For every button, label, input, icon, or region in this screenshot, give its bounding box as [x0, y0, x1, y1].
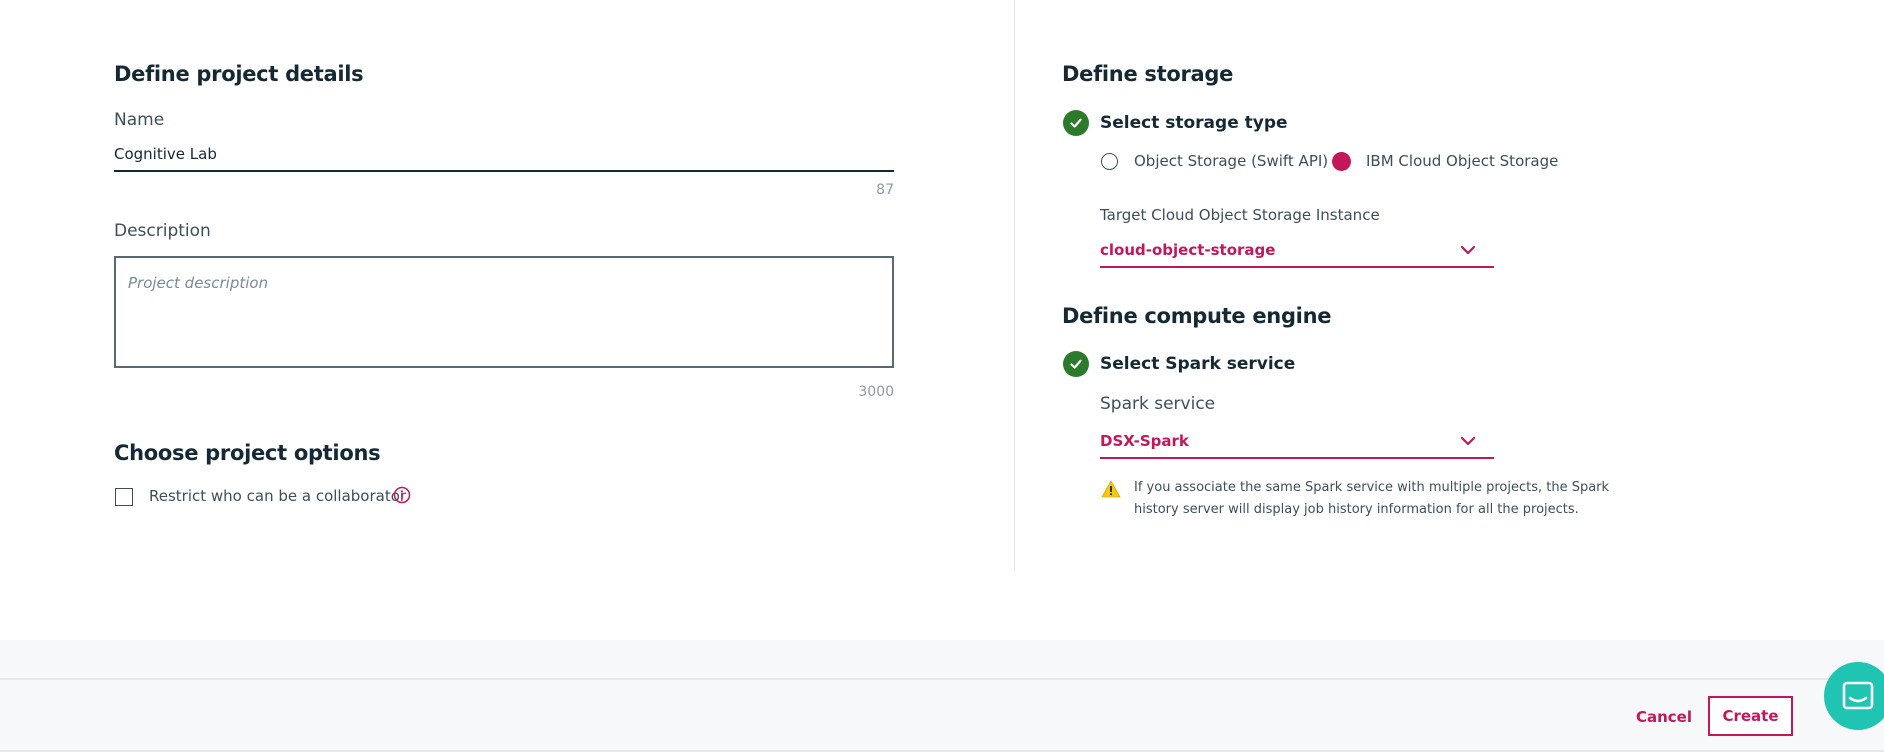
footer-band	[0, 640, 1884, 678]
radio-object-storage-swift-label: Object Storage (Swift API)	[1134, 152, 1329, 170]
info-icon[interactable]	[393, 486, 411, 504]
restrict-collaborator-checkbox[interactable]	[115, 488, 133, 506]
description-char-counter: 3000	[858, 384, 894, 400]
spark-service-dropdown[interactable]: DSX-Spark	[1100, 425, 1494, 459]
storage-instance-label: Target Cloud Object Storage Instance	[1100, 206, 1380, 224]
warning-icon	[1101, 480, 1121, 498]
spark-history-warning-text: If you associate the same Spark service …	[1134, 480, 1610, 517]
name-label: Name	[114, 110, 165, 130]
chevron-down-icon	[1460, 436, 1476, 446]
footer-action-bar	[0, 678, 1884, 752]
description-textarea[interactable]	[114, 256, 894, 368]
radio-ibm-cloud-object-storage-label: IBM Cloud Object Storage	[1366, 152, 1559, 170]
restrict-collaborator-label: Restrict who can be a collaborator	[149, 487, 407, 505]
select-storage-type-title: Select storage type	[1100, 113, 1288, 133]
name-input[interactable]	[114, 138, 894, 172]
chat-icon[interactable]	[1824, 662, 1884, 730]
radio-ibm-cloud-object-storage[interactable]	[1332, 152, 1351, 171]
storage-instance-dropdown[interactable]: cloud-object-storage	[1100, 234, 1494, 268]
cancel-button[interactable]: Cancel	[1620, 700, 1708, 734]
project-details-heading: Define project details	[114, 62, 364, 86]
radio-object-storage-swift[interactable]	[1101, 153, 1118, 170]
column-divider	[1014, 0, 1015, 570]
storage-heading: Define storage	[1062, 62, 1234, 86]
compute-engine-heading: Define compute engine	[1062, 304, 1332, 328]
name-char-counter: 87	[876, 182, 894, 198]
select-spark-service-title: Select Spark service	[1100, 354, 1296, 374]
project-options-heading: Choose project options	[114, 441, 381, 465]
description-label: Description	[114, 221, 211, 241]
storage-step-complete-icon	[1063, 110, 1089, 136]
spark-service-value: DSX-Spark	[1100, 432, 1189, 450]
compute-step-complete-icon	[1063, 351, 1089, 377]
create-button[interactable]: Create	[1708, 696, 1793, 736]
chevron-down-icon	[1460, 245, 1476, 255]
storage-instance-value: cloud-object-storage	[1100, 241, 1276, 259]
spark-service-label: Spark service	[1100, 394, 1216, 414]
